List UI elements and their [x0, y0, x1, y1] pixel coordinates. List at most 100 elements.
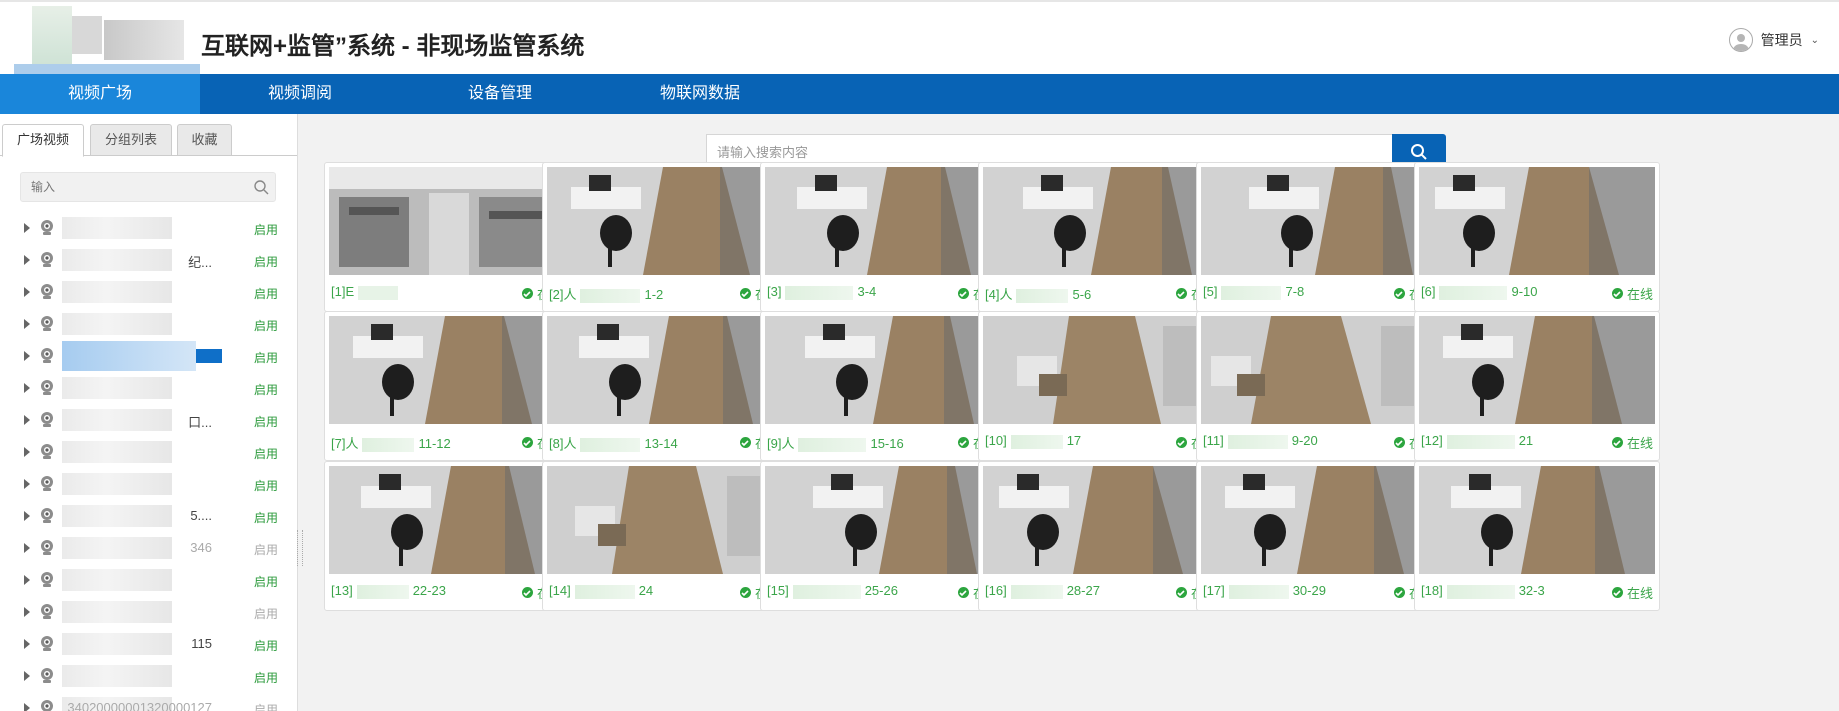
camera-card[interactable]: [10]17在线 [978, 311, 1224, 461]
tree-item[interactable]: 纪... 启用 [0, 244, 297, 276]
camera-card[interactable]: [2]人1-2在线 [542, 162, 788, 312]
camera-thumbnail[interactable] [1201, 316, 1437, 424]
camera-thumbnail[interactable] [329, 316, 565, 424]
tab-favorites[interactable]: 收藏 [177, 124, 232, 156]
tree-item[interactable]: 启用 [0, 308, 297, 340]
sidebar-search-input[interactable] [21, 173, 241, 201]
camera-card[interactable]: [13]22-23在线 [324, 461, 570, 611]
tree-item[interactable]: 启用 [0, 436, 297, 468]
camera-thumbnail[interactable] [983, 316, 1219, 424]
tree-item-label: 5.... [190, 508, 212, 523]
tree-item[interactable]: 115 启用 [0, 628, 297, 660]
tree-item[interactable]: 启用 [0, 468, 297, 500]
expand-arrow-icon[interactable] [24, 639, 30, 649]
camera-name: [16] 28-27 [985, 583, 1100, 599]
tree-item-status: 启用 [254, 287, 279, 301]
camera-card[interactable]: [11]9-20在线 [1196, 311, 1442, 461]
online-check-icon [1175, 288, 1187, 299]
camera-name: [14] 24 [549, 583, 654, 599]
tab-square-videos[interactable]: 广场视频 [2, 124, 84, 157]
expand-arrow-icon[interactable] [24, 383, 30, 393]
online-check-icon [521, 288, 533, 299]
expand-arrow-icon[interactable] [24, 223, 30, 233]
tree-item-status: 启用 [254, 319, 279, 333]
expand-arrow-icon[interactable] [24, 319, 30, 329]
camera-thumbnail[interactable] [329, 167, 565, 275]
camera-card[interactable]: [5]7-8在线 [1196, 162, 1442, 312]
expand-arrow-icon[interactable] [24, 671, 30, 681]
camera-card[interactable]: [9]人15-16在线 [760, 311, 1006, 461]
selection-bar [196, 349, 222, 363]
online-check-icon [1611, 437, 1623, 448]
nav-item-device-management[interactable]: 设备管理 [400, 74, 600, 114]
tree-item[interactable]: 启用 [0, 340, 297, 372]
tab-group-list[interactable]: 分组列表 [90, 124, 172, 156]
camera-card[interactable]: [6] 9-10 在线 [1414, 162, 1660, 312]
camera-name: [6] 9-10 [1421, 284, 1538, 300]
expand-arrow-icon[interactable] [24, 255, 30, 265]
expand-arrow-icon[interactable] [24, 287, 30, 297]
nav-item-video-square[interactable]: 视频广场 [0, 74, 200, 114]
expand-arrow-icon[interactable] [24, 447, 30, 457]
camera-card[interactable]: [18] 32-3 在线 [1414, 461, 1660, 611]
tree-item[interactable]: 5.... 启用 [0, 500, 297, 532]
camera-card[interactable]: [15]25-26在线 [760, 461, 1006, 611]
tree-item[interactable]: 启用 [0, 660, 297, 692]
camera-name: [18] 32-3 [1421, 583, 1545, 599]
camera-thumbnail[interactable] [329, 466, 565, 574]
camera-card[interactable]: [7]人11-12在线 [324, 311, 570, 461]
search-icon[interactable] [253, 179, 269, 200]
tree-item-status: 启用 [254, 479, 279, 493]
camera-card[interactable]: [4]人5-6在线 [978, 162, 1224, 312]
tree-item[interactable]: 启用 [0, 212, 297, 244]
camera-thumbnail[interactable] [1419, 466, 1655, 574]
nav-item-video-review[interactable]: 视频调阅 [200, 74, 400, 114]
nav-item-iot-data[interactable]: 物联网数据 [600, 74, 800, 114]
expand-arrow-icon[interactable] [24, 511, 30, 521]
camera-thumbnail[interactable] [765, 167, 1001, 275]
tree-item[interactable]: 34020000001320000127 启用 [0, 692, 297, 711]
expand-arrow-icon[interactable] [24, 575, 30, 585]
tree-item[interactable]: 口... 启用 [0, 404, 297, 436]
user-menu[interactable]: 管理员 ⌄ [1728, 28, 1819, 52]
tree-item[interactable]: 启用 [0, 596, 297, 628]
camera-card[interactable]: [17]30-29在线 [1196, 461, 1442, 611]
expand-arrow-icon[interactable] [24, 415, 30, 425]
app-title: 互联网+监管”系统 - 非现场监管系统 [201, 33, 585, 60]
tree-item[interactable]: 启用 [0, 372, 297, 404]
online-check-icon [1393, 437, 1405, 448]
tree-item[interactable]: 启用 [0, 564, 297, 596]
camera-thumbnail[interactable] [983, 466, 1219, 574]
camera-thumbnail[interactable] [1201, 466, 1437, 574]
online-check-icon [739, 587, 751, 598]
tree-item-status: 启用 [254, 511, 279, 525]
camera-card[interactable]: [16]28-27在线 [978, 461, 1224, 611]
expand-arrow-icon[interactable] [24, 607, 30, 617]
camera-card[interactable]: [8]人13-14在线 [542, 311, 788, 461]
expand-arrow-icon[interactable] [24, 703, 30, 711]
camera-name: [11] 9-20 [1203, 433, 1318, 449]
camera-card[interactable]: [12] 21 在线 [1414, 311, 1660, 461]
user-name: 管理员 [1760, 32, 1803, 48]
camera-thumbnail[interactable] [547, 316, 783, 424]
camera-card[interactable]: [1]E在线 [324, 162, 570, 312]
camera-thumbnail[interactable] [765, 466, 1001, 574]
tree-item[interactable]: 启用 [0, 276, 297, 308]
expand-arrow-icon[interactable] [24, 351, 30, 361]
camera-name: [5] 7-8 [1203, 284, 1305, 300]
expand-arrow-icon[interactable] [24, 543, 30, 553]
tree-item-status: 启用 [254, 383, 279, 397]
camera-thumbnail[interactable] [1419, 316, 1655, 424]
camera-thumbnail[interactable] [1201, 167, 1437, 275]
expand-arrow-icon[interactable] [24, 479, 30, 489]
camera-card[interactable]: [14]24在线 [542, 461, 788, 611]
tree-item[interactable]: 346 启用 [0, 532, 297, 564]
camera-card[interactable]: [3]3-4在线 [760, 162, 1006, 312]
camera-thumbnail[interactable] [765, 316, 1001, 424]
camera-icon [40, 251, 54, 269]
camera-icon [40, 699, 54, 711]
camera-thumbnail[interactable] [983, 167, 1219, 275]
camera-thumbnail[interactable] [547, 167, 783, 275]
camera-thumbnail[interactable] [1419, 167, 1655, 275]
camera-thumbnail[interactable] [547, 466, 783, 574]
